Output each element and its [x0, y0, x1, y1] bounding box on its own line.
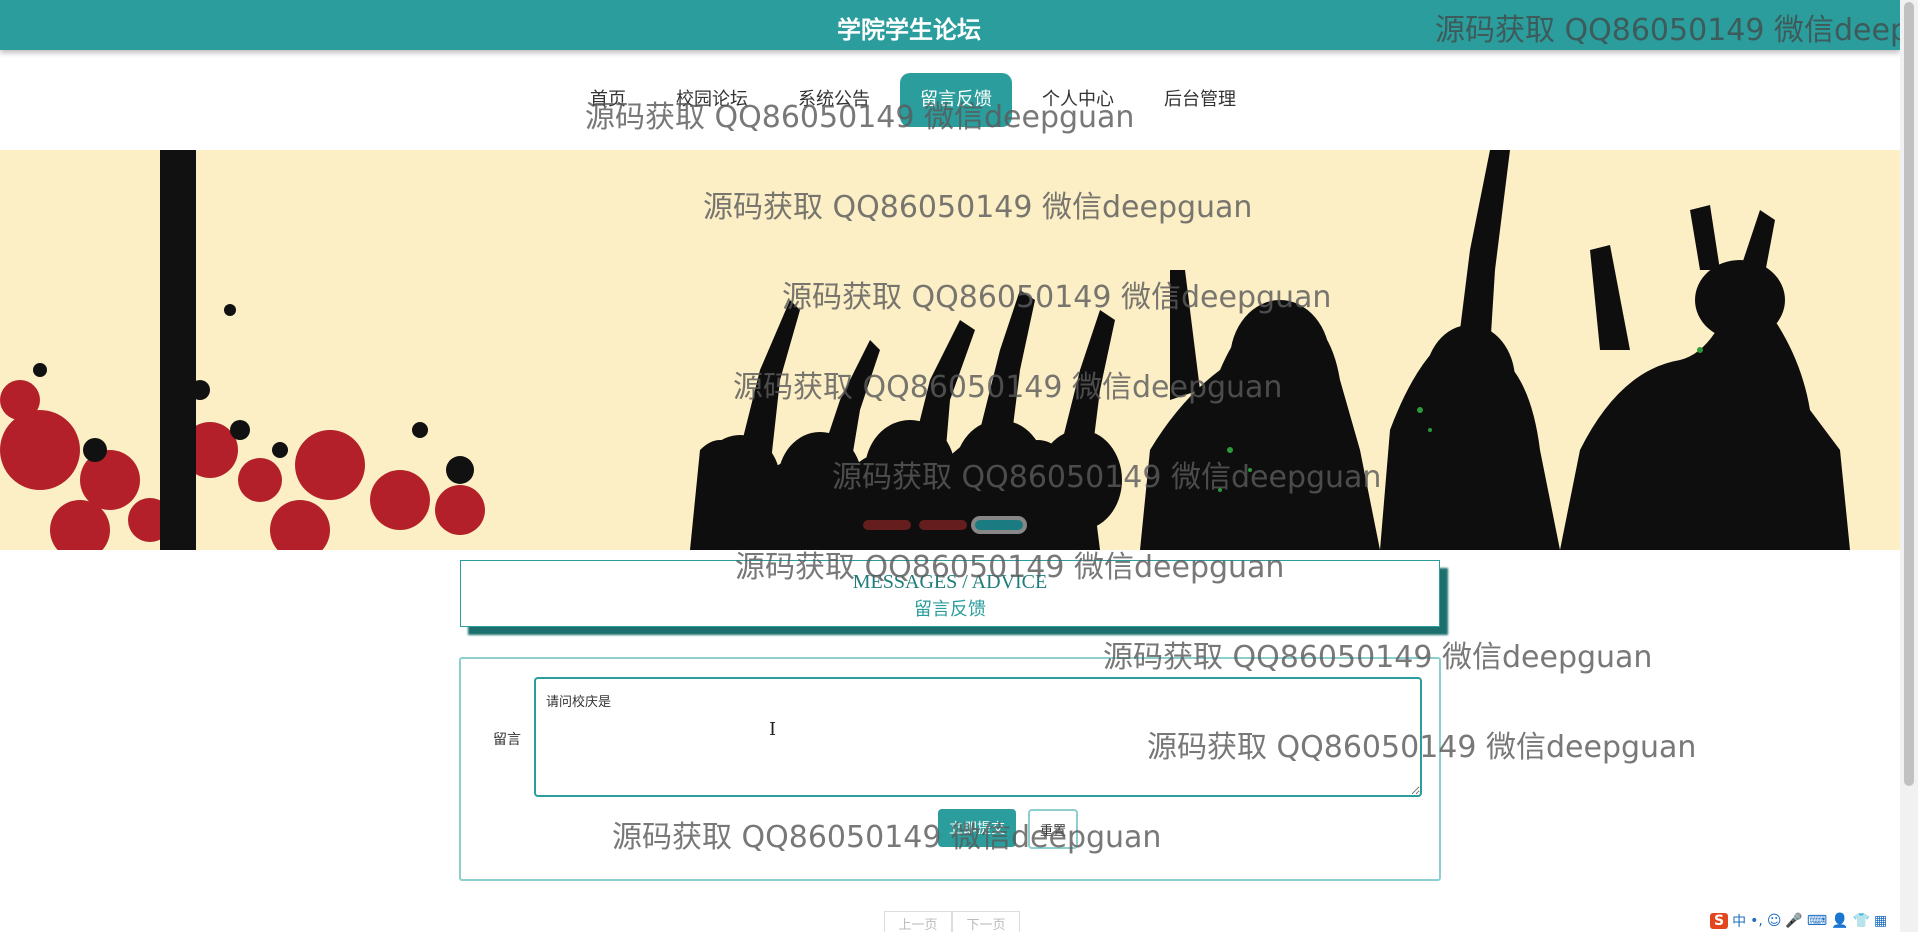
toolbox-icon[interactable]: ▦ — [1874, 913, 1887, 929]
carousel-indicators — [863, 520, 1023, 530]
header-bar: 学院学生论坛 — [0, 0, 1900, 50]
carousel-dot-active[interactable] — [975, 520, 1023, 530]
pagination: 上一页 下一页 — [884, 911, 1020, 932]
main-nav: 首页 校园论坛 系统公告 留言反馈 个人中心 后台管理 — [570, 73, 1266, 127]
reset-button[interactable]: 重置 — [1028, 809, 1078, 849]
banner-carousel — [0, 150, 1900, 550]
nav-item-feedback[interactable]: 留言反馈 — [900, 73, 1012, 127]
ime-toolbar: S 中 •, ☺ 🎤 ⌨ 👤 👕 ▦ — [1710, 910, 1887, 932]
feedback-form: 留言 I 立即提交 重置 — [459, 657, 1441, 881]
text-cursor-icon: I — [769, 719, 777, 740]
nav-item-home[interactable]: 首页 — [570, 73, 646, 127]
submit-button[interactable]: 立即提交 — [938, 809, 1016, 847]
sogou-icon[interactable]: S — [1710, 913, 1729, 929]
skin-icon[interactable]: 👕 — [1853, 913, 1870, 929]
site-title: 学院学生论坛 — [837, 16, 981, 44]
vertical-scrollbar[interactable] — [1900, 0, 1918, 932]
message-textarea[interactable] — [534, 677, 1422, 797]
carousel-dot[interactable] — [863, 520, 911, 530]
section-title-cn: 留言反馈 — [914, 599, 986, 619]
emoji-icon[interactable]: ☺ — [1767, 913, 1782, 929]
keyboard-icon[interactable]: ⌨ — [1807, 913, 1827, 929]
microphone-icon[interactable]: 🎤 — [1785, 913, 1802, 929]
section-title-en: MESSAGES / ADVICE — [852, 571, 1048, 593]
nav-item-admin[interactable]: 后台管理 — [1144, 73, 1256, 127]
section-title-box: MESSAGES / ADVICE 留言反馈 — [460, 560, 1440, 627]
page: 学院学生论坛 首页 校园论坛 系统公告 留言反馈 个人中心 后台管理 MESSA… — [0, 0, 1918, 932]
nav-item-announcements[interactable]: 系统公告 — [778, 73, 890, 127]
prev-page-button[interactable]: 上一页 — [884, 911, 952, 932]
chinese-mode-icon[interactable]: 中 — [1732, 911, 1746, 931]
punctuation-icon[interactable]: •, — [1750, 913, 1763, 929]
nav-item-profile[interactable]: 个人中心 — [1022, 73, 1134, 127]
scrollbar-thumb[interactable] — [1904, 2, 1914, 786]
message-label: 留言 — [493, 732, 521, 748]
nav-item-forum[interactable]: 校园论坛 — [656, 73, 768, 127]
carousel-dot[interactable] — [919, 520, 967, 530]
user-icon[interactable]: 👤 — [1831, 913, 1848, 929]
banner-silhouette-image — [0, 150, 1850, 550]
next-page-button[interactable]: 下一页 — [952, 911, 1020, 932]
